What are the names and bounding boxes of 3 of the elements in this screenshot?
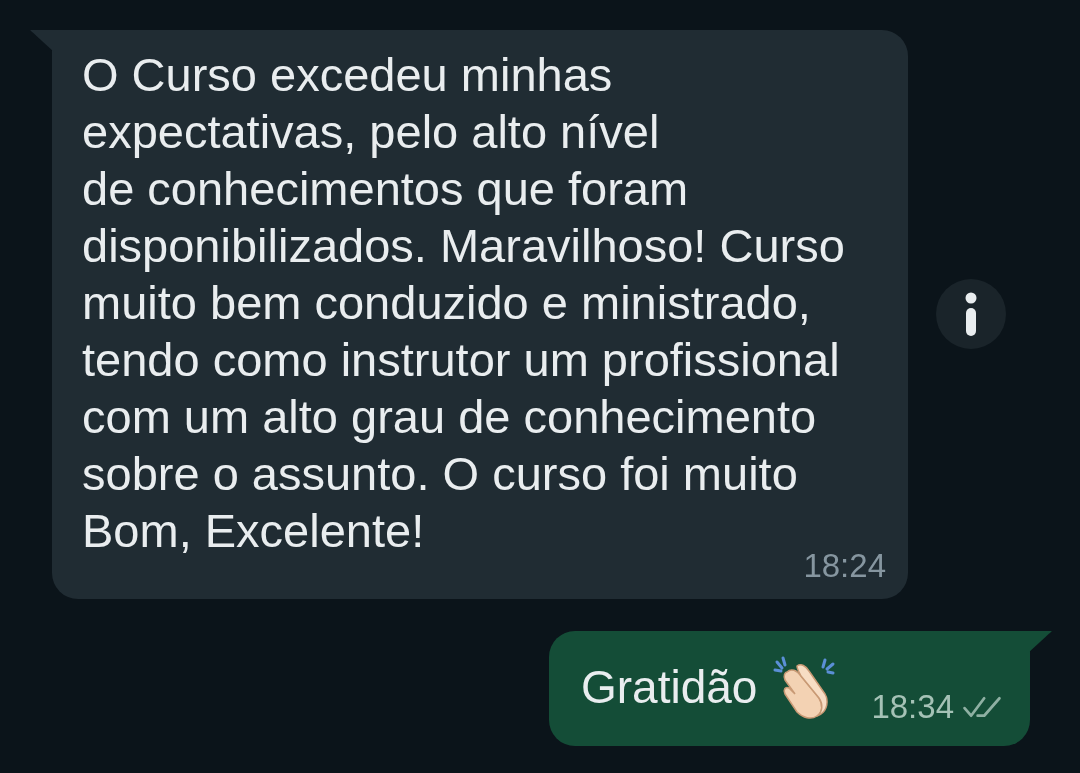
info-icon <box>964 292 978 337</box>
message-text: Gratidão <box>580 659 758 715</box>
message-time: 18:34 <box>871 687 954 727</box>
